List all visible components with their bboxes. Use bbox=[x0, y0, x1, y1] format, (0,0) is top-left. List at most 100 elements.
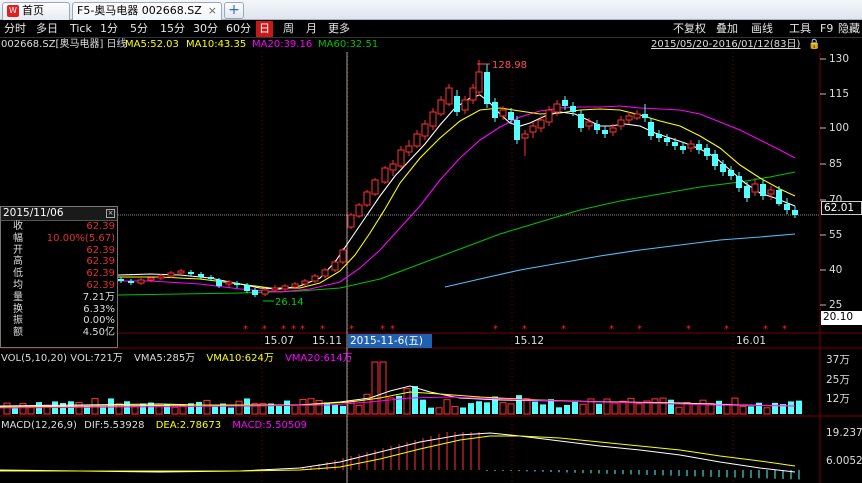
data-window-key: 开 bbox=[13, 244, 23, 256]
data-window-row: 额 4.50亿 bbox=[1, 327, 117, 339]
close-icon[interactable]: × bbox=[106, 209, 115, 218]
volume-bar bbox=[299, 398, 307, 415]
vma10-value: VMA10:624万 bbox=[206, 353, 274, 364]
candle-body bbox=[570, 106, 576, 112]
date-axis-label: 15.07 bbox=[264, 335, 295, 347]
volume-bar bbox=[731, 397, 739, 415]
data-window-row: 量 7.21万 bbox=[1, 292, 117, 304]
low-price-label: 26.14 bbox=[275, 297, 304, 308]
candle-body bbox=[562, 100, 568, 106]
volume-bar bbox=[155, 405, 163, 415]
volume-bar bbox=[763, 407, 771, 415]
volume-bar bbox=[635, 403, 643, 415]
volume-bar bbox=[556, 407, 562, 414]
volume-bar bbox=[668, 399, 674, 414]
candle-body bbox=[208, 277, 214, 279]
candle-body bbox=[744, 186, 750, 198]
candle-body bbox=[157, 275, 165, 279]
price-axis-ticks bbox=[820, 58, 826, 306]
data-window-key: 量 bbox=[13, 291, 23, 303]
volume-bar bbox=[691, 403, 699, 415]
signal-star: * bbox=[320, 324, 325, 335]
volume-bar bbox=[716, 400, 722, 414]
volume-bar bbox=[516, 395, 522, 414]
signal-star: * bbox=[522, 324, 527, 335]
candle-body bbox=[331, 261, 339, 271]
candle-body bbox=[617, 119, 625, 127]
kline-chart[interactable]: * * * * * * * * * * * * * * * * * * 128.98 26.14 bbox=[0, 0, 862, 483]
volume-bar bbox=[468, 403, 474, 414]
date-axis-label: 15.12 bbox=[514, 335, 545, 347]
volume-bar bbox=[548, 399, 554, 414]
candle-body bbox=[680, 146, 686, 150]
dif-line bbox=[0, 432, 796, 473]
ma-lines bbox=[0, 94, 796, 301]
data-window-row: 高 62.39 bbox=[1, 256, 117, 268]
candle-body bbox=[672, 142, 678, 146]
candle-body bbox=[656, 134, 662, 138]
macd-axis-label: 6.00527 bbox=[826, 455, 862, 467]
vma5-value: VMA5:285万 bbox=[134, 353, 196, 364]
volume-bar bbox=[131, 405, 139, 415]
signal-star: * bbox=[637, 324, 642, 335]
candle-body bbox=[704, 148, 710, 156]
volume-bar bbox=[307, 398, 315, 415]
candle-body bbox=[261, 289, 269, 295]
volume-bar bbox=[540, 404, 546, 414]
data-window-value: 4.50亿 bbox=[82, 327, 115, 339]
volume-bar bbox=[100, 406, 106, 414]
candle-body bbox=[776, 190, 782, 204]
volume-bar bbox=[507, 403, 515, 415]
data-window-rows: 收 62.39 幅 10.00%(5.67) 开 62.39 高 62.39 低 62.39 均 62… bbox=[1, 221, 117, 339]
candle-body bbox=[508, 112, 514, 120]
volume-bar bbox=[756, 402, 762, 414]
cursor-price-box: 20.10 bbox=[821, 311, 862, 325]
volume-bar bbox=[596, 403, 602, 414]
volume-bar bbox=[379, 361, 387, 415]
candle-body bbox=[594, 124, 600, 130]
candle-body bbox=[291, 283, 299, 288]
data-window-row: 低 62.39 bbox=[1, 268, 117, 280]
price-axis-label: 130 bbox=[829, 53, 850, 65]
candle-body bbox=[521, 133, 529, 139]
macd-bars bbox=[302, 432, 800, 480]
data-window-key: 收 bbox=[13, 221, 23, 232]
volume-bar bbox=[355, 404, 363, 415]
volume-bar bbox=[532, 401, 538, 414]
volume-bar bbox=[19, 403, 27, 415]
data-window-row: 开 62.39 bbox=[1, 245, 117, 257]
volume-bar bbox=[788, 401, 794, 414]
candle-body bbox=[445, 87, 453, 105]
candle-body bbox=[405, 145, 413, 153]
candle-body bbox=[720, 164, 726, 172]
data-window-header[interactable]: 2015/11/06 × bbox=[1, 207, 117, 221]
signal-star: * bbox=[300, 324, 305, 335]
candle-body bbox=[421, 123, 429, 137]
candle-body bbox=[429, 111, 437, 127]
candle-body bbox=[633, 113, 641, 119]
signal-star: * bbox=[561, 324, 566, 335]
candle-body bbox=[514, 120, 520, 140]
data-window-row: 均 62.39 bbox=[1, 280, 117, 292]
volume-bar bbox=[451, 406, 459, 415]
volume-bar bbox=[699, 399, 707, 415]
volume-bar bbox=[523, 398, 531, 415]
data-window-date: 2015/11/06 bbox=[3, 207, 64, 219]
price-axis-label: 85 bbox=[829, 158, 843, 170]
candle-body bbox=[167, 272, 175, 277]
candle-body bbox=[234, 283, 240, 285]
volume-bar bbox=[235, 400, 243, 415]
data-window-row: 幅 10.00%(5.67) bbox=[1, 233, 117, 245]
volume-title: VOL(5,10,20) bbox=[1, 353, 68, 364]
candle-body bbox=[244, 285, 250, 291]
volume-bar bbox=[420, 399, 426, 414]
volume-axis-label: 25万 bbox=[826, 374, 850, 386]
data-window[interactable]: 2015/11/06 × 收 62.39 幅 10.00%(5.67) 开 62.39 高 6… bbox=[0, 206, 118, 348]
macd-header: MACD(12,26,9) DIF:5.53928 DEA:2.78673 MA… bbox=[1, 420, 307, 431]
data-window-value: 62.39 bbox=[86, 268, 115, 280]
volume-bar bbox=[619, 400, 627, 415]
candle-body bbox=[475, 71, 483, 93]
ma20-line bbox=[0, 105, 796, 293]
candle-body bbox=[381, 167, 389, 183]
candle-body bbox=[696, 144, 702, 150]
